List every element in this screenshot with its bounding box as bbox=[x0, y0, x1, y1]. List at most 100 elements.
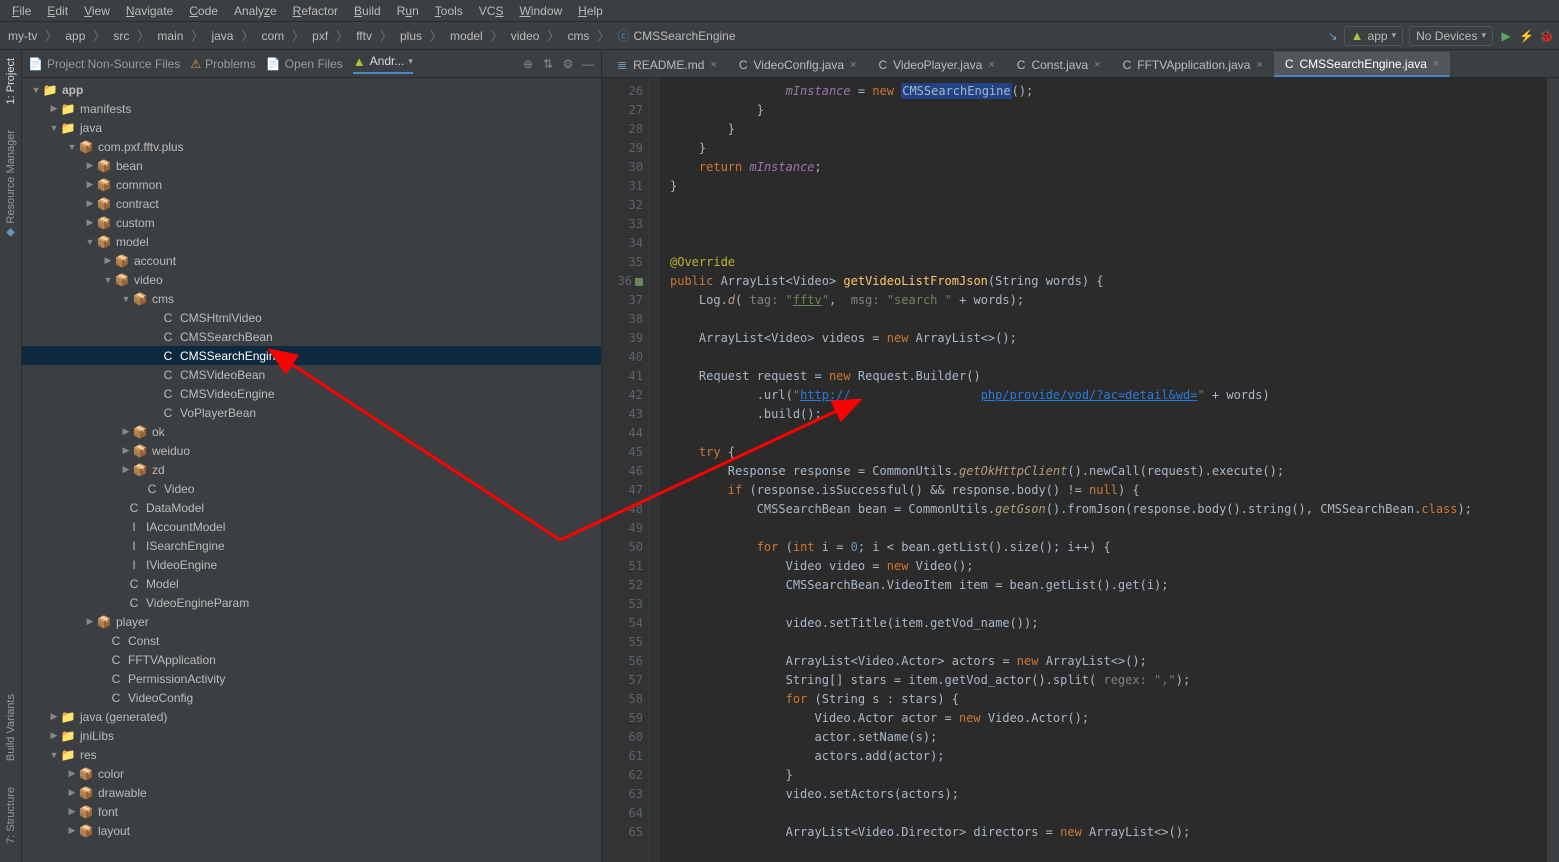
menu-vcs[interactable]: VCS bbox=[473, 2, 510, 20]
crumb-6[interactable]: pxf bbox=[312, 29, 328, 43]
close-icon[interactable]: × bbox=[1094, 59, 1100, 71]
menu-code[interactable]: Code bbox=[183, 2, 224, 20]
tree-weiduo[interactable]: weiduo bbox=[152, 444, 190, 458]
crumb-8[interactable]: plus bbox=[400, 29, 422, 43]
tree-contract[interactable]: contract bbox=[116, 197, 159, 211]
tree-bean[interactable]: bean bbox=[116, 159, 143, 173]
crumb-7[interactable]: fftv bbox=[356, 29, 372, 43]
crumb-3[interactable]: main bbox=[157, 29, 183, 43]
sort-icon[interactable]: ⇅ bbox=[541, 57, 555, 71]
tab-const[interactable]: CConst.java× bbox=[1006, 53, 1112, 77]
tree-CMSVideoEngine[interactable]: CMSVideoEngine bbox=[180, 387, 275, 401]
crumb-0[interactable]: my-tv bbox=[8, 29, 37, 43]
crumb-5[interactable]: com bbox=[261, 29, 284, 43]
tree-model[interactable]: model bbox=[116, 235, 149, 249]
line-gutter[interactable]: 2627282930313233343536373839404142434445… bbox=[602, 78, 650, 862]
tree-ok[interactable]: ok bbox=[152, 425, 165, 439]
tree-common[interactable]: common bbox=[116, 178, 162, 192]
tree-pkg[interactable]: com.pxf.fftv.plus bbox=[98, 140, 184, 154]
run-icon[interactable]: ▶ bbox=[1499, 29, 1513, 43]
menu-view[interactable]: View bbox=[78, 2, 116, 20]
tree-java-gen[interactable]: java (generated) bbox=[80, 710, 167, 724]
tab-nonsource[interactable]: 📄 Project Non-Source Files bbox=[28, 57, 180, 71]
tab-readme[interactable]: ≣README.md× bbox=[606, 53, 728, 77]
crumb-1[interactable]: app bbox=[65, 29, 85, 43]
crumb-12[interactable]: CMSSearchEngine bbox=[633, 29, 735, 43]
debug-icon[interactable]: 🐞 bbox=[1539, 29, 1553, 43]
hide-icon[interactable]: — bbox=[581, 57, 595, 71]
rail-resource-manager[interactable]: ◆ Resource Manager bbox=[4, 122, 17, 248]
target-icon[interactable]: ⊕ bbox=[521, 57, 535, 71]
rail-structure[interactable]: 7: Structure bbox=[5, 779, 17, 852]
tree-java[interactable]: java bbox=[80, 121, 102, 135]
project-tree[interactable]: ▼📁app ▶📁manifests ▼📁java ▼📦com.pxf.fftv.… bbox=[22, 78, 601, 862]
fold-gutter[interactable] bbox=[650, 78, 660, 862]
close-icon[interactable]: × bbox=[850, 59, 856, 71]
tree-CMSSearchBean[interactable]: CMSSearchBean bbox=[180, 330, 273, 344]
menu-tools[interactable]: Tools bbox=[429, 2, 469, 20]
tree-DataModel[interactable]: DataModel bbox=[146, 501, 204, 515]
menu-run[interactable]: Run bbox=[391, 2, 425, 20]
tree-zd[interactable]: zd bbox=[152, 463, 165, 477]
tree-account[interactable]: account bbox=[134, 254, 176, 268]
tree-drawable[interactable]: drawable bbox=[98, 786, 147, 800]
close-icon[interactable]: × bbox=[710, 59, 716, 71]
tree-IVideoEngine[interactable]: IVideoEngine bbox=[146, 558, 217, 572]
crumb-9[interactable]: model bbox=[450, 29, 483, 43]
close-icon[interactable]: × bbox=[1256, 59, 1262, 71]
tree-app[interactable]: app bbox=[62, 83, 83, 97]
menu-refactor[interactable]: Refactor bbox=[287, 2, 344, 20]
tab-openfiles[interactable]: 📄 Open Files bbox=[266, 57, 343, 71]
tree-custom[interactable]: custom bbox=[116, 216, 155, 230]
rail-project[interactable]: 1: Project bbox=[5, 50, 17, 112]
gear-icon[interactable]: ⚙ bbox=[561, 57, 575, 71]
tree-jniLibs[interactable]: jniLibs bbox=[80, 729, 114, 743]
tab-videoconfig[interactable]: CVideoConfig.java× bbox=[728, 53, 868, 77]
rail-build-variants[interactable]: Build Variants bbox=[5, 686, 17, 769]
tree-layout[interactable]: layout bbox=[98, 824, 130, 838]
tree-font[interactable]: font bbox=[98, 805, 118, 819]
editor-scrollbar[interactable] bbox=[1547, 78, 1559, 862]
tab-android[interactable]: ▲ Andr... ▾ bbox=[353, 54, 413, 74]
tree-VideoEngineParam[interactable]: VideoEngineParam bbox=[146, 596, 249, 610]
tree-ISearchEngine[interactable]: ISearchEngine bbox=[146, 539, 225, 553]
crumb-11[interactable]: cms bbox=[567, 29, 589, 43]
tree-video[interactable]: video bbox=[134, 273, 163, 287]
menu-navigate[interactable]: Navigate bbox=[120, 2, 179, 20]
crumb-4[interactable]: java bbox=[211, 29, 233, 43]
tree-manifests[interactable]: manifests bbox=[80, 102, 131, 116]
tree-IAccountModel[interactable]: IAccountModel bbox=[146, 520, 225, 534]
menu-edit[interactable]: Edit bbox=[41, 2, 74, 20]
tree-Model[interactable]: Model bbox=[146, 577, 179, 591]
code-editor[interactable]: mInstance = new CMSSearchEngine(); } } }… bbox=[660, 78, 1547, 862]
device-select[interactable]: No Devices ▾ bbox=[1409, 26, 1493, 46]
menu-help[interactable]: Help bbox=[572, 2, 609, 20]
tree-VideoConfig[interactable]: VideoConfig bbox=[128, 691, 193, 705]
tree-Video[interactable]: Video bbox=[164, 482, 194, 496]
tree-CMSVideoBean[interactable]: CMSVideoBean bbox=[180, 368, 265, 382]
tree-color[interactable]: color bbox=[98, 767, 124, 781]
tree-Const[interactable]: Const bbox=[128, 634, 159, 648]
crumb-10[interactable]: video bbox=[511, 29, 540, 43]
tree-player[interactable]: player bbox=[116, 615, 149, 629]
crumb-2[interactable]: src bbox=[113, 29, 129, 43]
sync-icon[interactable]: ↘ bbox=[1328, 29, 1338, 43]
tab-fftvapplication[interactable]: CFFTVApplication.java× bbox=[1112, 53, 1274, 77]
tree-VoPlayerBean[interactable]: VoPlayerBean bbox=[180, 406, 256, 420]
close-icon[interactable]: × bbox=[1433, 58, 1439, 70]
tree-CMSSearchEngine[interactable]: CMSSearchEngine bbox=[180, 349, 282, 363]
tree-CMSHtmlVideo[interactable]: CMSHtmlVideo bbox=[180, 311, 262, 325]
run-config-select[interactable]: ▲ app ▾ bbox=[1344, 26, 1403, 46]
override-gutter-icon[interactable] bbox=[635, 278, 643, 286]
menu-analyze[interactable]: Analyze bbox=[228, 2, 283, 20]
tab-videoplayer[interactable]: CVideoPlayer.java× bbox=[867, 53, 1005, 77]
menu-window[interactable]: Window bbox=[513, 2, 568, 20]
close-icon[interactable]: × bbox=[988, 59, 994, 71]
tab-cmssearchengine[interactable]: CCMSSearchEngine.java× bbox=[1274, 52, 1451, 77]
tab-problems[interactable]: ⚠ Problems bbox=[190, 57, 255, 71]
tree-res[interactable]: res bbox=[80, 748, 97, 762]
menu-build[interactable]: Build bbox=[348, 2, 387, 20]
apply-icon[interactable]: ⚡ bbox=[1519, 29, 1533, 43]
menu-file[interactable]: File bbox=[6, 2, 37, 20]
tree-PermissionActivity[interactable]: PermissionActivity bbox=[128, 672, 225, 686]
